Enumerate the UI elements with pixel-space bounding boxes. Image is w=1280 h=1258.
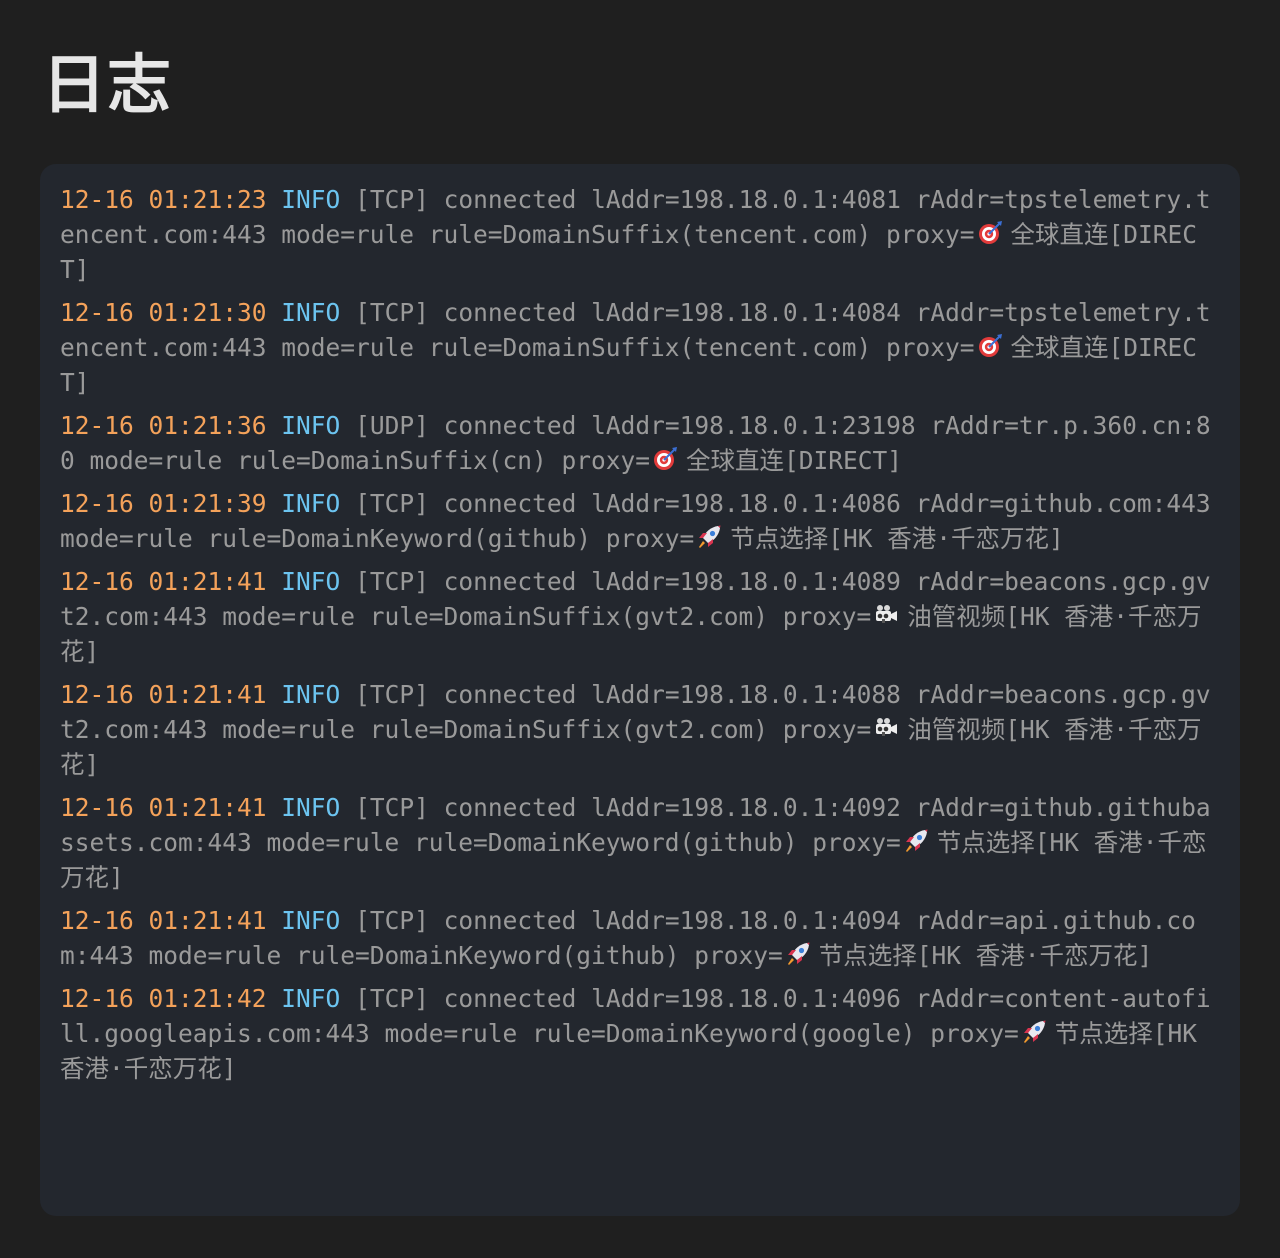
video-camera-icon (873, 715, 899, 741)
target-icon (977, 220, 1003, 246)
log-entry: 12-16 01:21:23 INFO [TCP] connected lAdd… (60, 182, 1220, 287)
log-entry: 12-16 01:21:39 INFO [TCP] connected lAdd… (60, 486, 1220, 556)
log-level: INFO (281, 489, 341, 518)
log-panel[interactable]: 12-16 01:21:23 INFO [TCP] connected lAdd… (40, 164, 1240, 1216)
rocket-icon (696, 524, 722, 550)
rocket-icon (785, 941, 811, 967)
video-camera-icon (873, 602, 899, 628)
log-time: 12-16 01:21:41 (60, 680, 267, 709)
log-proxy-name: 节点选择[HK 香港·千恋万花] (730, 524, 1064, 553)
log-level: INFO (281, 793, 341, 822)
log-level: INFO (281, 298, 341, 327)
log-time: 12-16 01:21:30 (60, 298, 267, 327)
log-time: 12-16 01:21:41 (60, 793, 267, 822)
log-entry: 12-16 01:21:30 INFO [TCP] connected lAdd… (60, 295, 1220, 400)
rocket-icon (1021, 1019, 1047, 1045)
target-icon (977, 333, 1003, 359)
log-entry: 12-16 01:21:42 INFO [TCP] connected lAdd… (60, 981, 1220, 1086)
log-entry: 12-16 01:21:41 INFO [TCP] connected lAdd… (60, 564, 1220, 669)
log-level: INFO (281, 185, 341, 214)
target-icon (652, 446, 678, 472)
log-level: INFO (281, 680, 341, 709)
log-time: 12-16 01:21:41 (60, 906, 267, 935)
log-level: INFO (281, 984, 341, 1013)
log-time: 12-16 01:21:41 (60, 567, 267, 596)
page-title: 日志 (42, 49, 172, 123)
log-level: INFO (281, 906, 341, 935)
log-entry: 12-16 01:21:41 INFO [TCP] connected lAdd… (60, 677, 1220, 782)
rocket-icon (903, 828, 929, 854)
log-proxy-name: 全球直连[DIRECT] (686, 446, 903, 475)
log-time: 12-16 01:21:23 (60, 185, 267, 214)
log-entry: 12-16 01:21:41 INFO [TCP] connected lAdd… (60, 903, 1220, 973)
log-time: 12-16 01:21:39 (60, 489, 267, 518)
log-level: INFO (281, 567, 341, 596)
log-entry: 12-16 01:21:36 INFO [UDP] connected lAdd… (60, 408, 1220, 478)
log-entry: 12-16 01:21:41 INFO [TCP] connected lAdd… (60, 790, 1220, 895)
log-time: 12-16 01:21:42 (60, 984, 267, 1013)
log-proxy-name: 节点选择[HK 香港·千恋万花] (818, 941, 1153, 970)
log-time: 12-16 01:21:36 (60, 411, 267, 440)
log-level: INFO (281, 411, 341, 440)
